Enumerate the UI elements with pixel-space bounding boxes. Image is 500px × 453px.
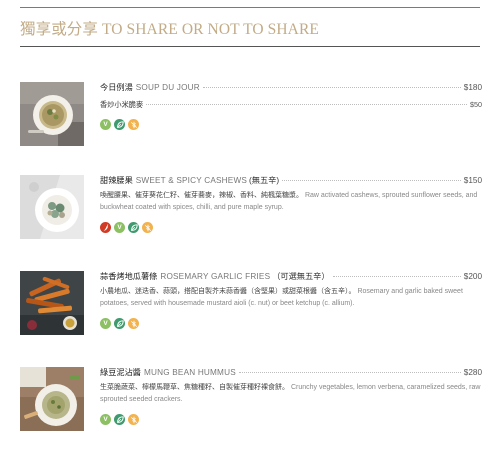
hummus-photo: [20, 367, 84, 431]
title-underline: [20, 46, 480, 47]
no-gluten-icon: [128, 119, 139, 130]
vegan-leaf-icon: [114, 119, 125, 130]
vegetarian-icon: V: [100, 414, 111, 425]
item-description: 生菜脆蔬菜、檸檬馬鞭草、焦糖種籽、自製催芽種籽裸食餅。 Crunchy vege…: [100, 382, 482, 405]
top-rule: [20, 7, 480, 8]
item-price: $280: [463, 368, 482, 377]
addon-name: 香炒小米脆麥: [100, 100, 144, 109]
soup-photo: [20, 82, 84, 146]
item-price: $180: [463, 83, 482, 92]
dietary-icons: V: [100, 222, 482, 233]
no-gluten-icon: [128, 318, 139, 329]
vegan-leaf-icon: [114, 414, 125, 425]
vegetarian-icon: V: [100, 318, 111, 329]
dot-leader: [202, 87, 461, 88]
dot-leader: [282, 180, 461, 181]
menu-item-hummus: 綠豆泥沾醬 MUNG BEAN HUMMUS $280 生菜脆蔬菜、檸檬馬鞭草、…: [20, 367, 482, 431]
cashews-photo: [20, 175, 84, 239]
item-name-en: SOUP DU JOUR: [135, 83, 200, 92]
item-description: 小農地瓜、迷迭香、蒜頭，搭配自製芥末蒜香醬（含堅果）或甜菜根醬（含五辛）。 Ro…: [100, 286, 482, 309]
item-name-en: MUNG BEAN HUMMUS: [143, 368, 236, 377]
dietary-icons: V: [100, 119, 482, 130]
description-zh: 喚醒腰果、催芽葵花仁籽、催芽蕎麥，辣椒、香料、純楓葉糖漿。: [100, 192, 303, 199]
item-name-zh: 甜辣腰果: [100, 176, 133, 185]
item-name-zh: 綠豆泥沾醬: [100, 368, 141, 377]
menu-item-fries: 蒜香烤地瓜薯條 ROSEMARY GARLIC FRIES （可選無五辛） $2…: [20, 271, 482, 335]
menu-item-soup: 今日例湯 SOUP DU JOUR $180 香炒小米脆麥 $50 V: [20, 82, 482, 146]
vegan-leaf-icon: [128, 222, 139, 233]
section-title: 獨享或分享 TO SHARE OR NOT TO SHARE: [20, 21, 319, 38]
addon-price: $50: [470, 100, 482, 109]
spicy-chili-icon: [100, 222, 111, 233]
item-name-en: ROSEMARY GARLIC FRIES: [160, 272, 271, 281]
no-gluten-icon: [142, 222, 153, 233]
fries-photo: [20, 271, 84, 335]
vegan-leaf-icon: [114, 318, 125, 329]
item-name-zh: 蒜香烤地瓜薯條: [100, 272, 158, 281]
dietary-icons: V: [100, 318, 482, 329]
item-name-note: (無五辛): [249, 176, 280, 185]
item-name-en: SWEET & SPICY CASHEWS: [135, 176, 248, 185]
item-name-zh: 今日例湯: [100, 83, 133, 92]
menu-item-cashews: 甜辣腰果 SWEET & SPICY CASHEWS (無五辛) $150 喚醒…: [20, 175, 482, 239]
item-description: 喚醒腰果、催芽葵花仁籽、催芽蕎麥，辣椒、香料、純楓葉糖漿。 Raw activa…: [100, 190, 482, 213]
description-zh: 小農地瓜、迷迭香、蒜頭，搭配自製芥末蒜香醬（含堅果）或甜菜根醬（含五辛）。: [100, 288, 356, 295]
dietary-icons: V: [100, 414, 482, 425]
item-price: $150: [463, 176, 482, 185]
item-name-note: （可選無五辛）: [272, 272, 330, 281]
dot-leader: [238, 372, 461, 373]
description-zh: 生菜脆蔬菜、檸檬馬鞭草、焦糖種籽、自製催芽種籽裸食餅。: [100, 384, 289, 391]
item-price: $200: [463, 272, 482, 281]
vegetarian-icon: V: [100, 119, 111, 130]
no-gluten-icon: [128, 414, 139, 425]
dot-leader: [146, 104, 467, 105]
vegetarian-icon: V: [114, 222, 125, 233]
dot-leader: [332, 276, 461, 277]
